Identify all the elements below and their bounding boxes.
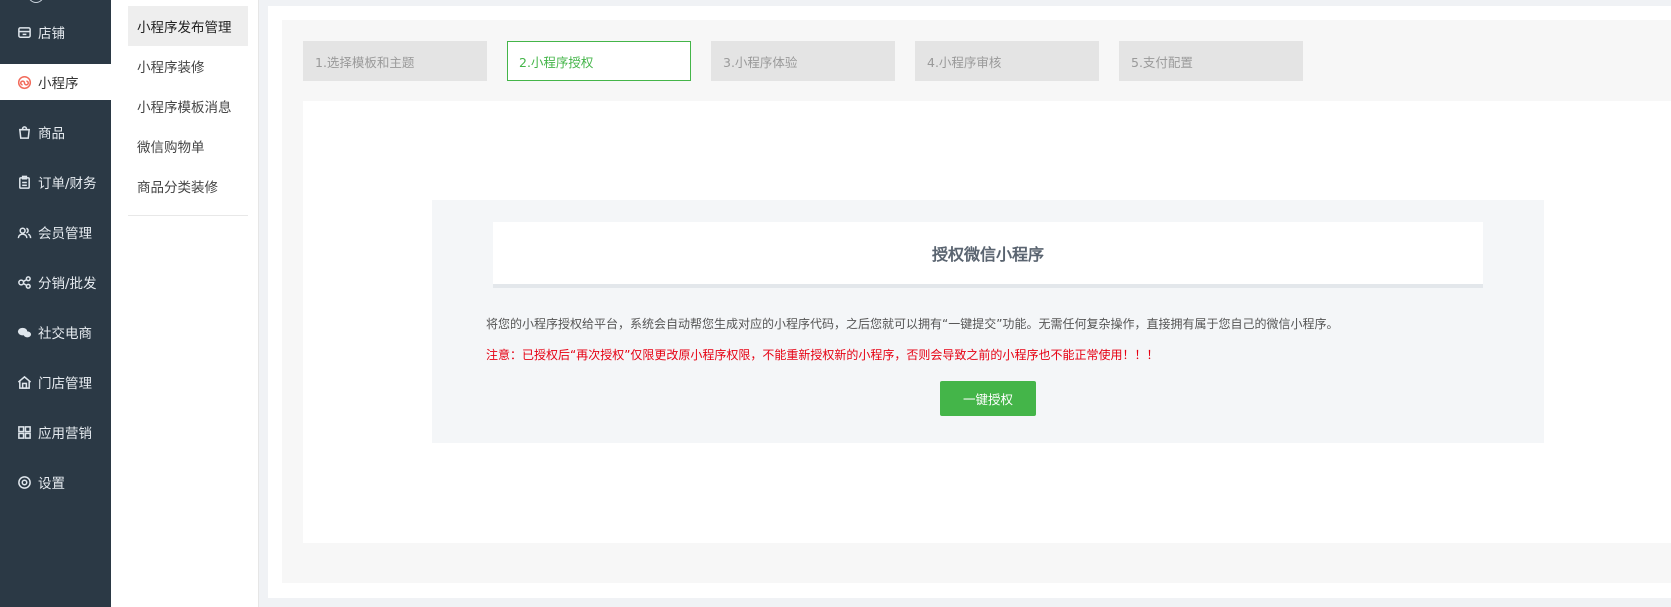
auth-description: 将您的小程序授权给平台，系统会自动帮您生成对应的小程序代码，之后您就可以拥有“一… — [486, 317, 1339, 331]
step-label: 2.小程序授权 — [519, 54, 594, 70]
subnav-divider — [128, 215, 248, 216]
sidebar-item-label: 社交电商 — [38, 326, 92, 342]
one-click-authorize-button[interactable]: 一键授权 — [940, 381, 1036, 416]
subnav-item-label: 小程序发布管理 — [137, 20, 232, 36]
auth-title: 授权微信小程序 — [493, 222, 1483, 288]
step-label: 4.小程序审核 — [927, 54, 1002, 70]
house-icon — [16, 374, 32, 390]
sidebar-item-label: 会员管理 — [38, 226, 92, 242]
subnav-item-label: 微信购物单 — [137, 140, 205, 156]
step-label: 3.小程序体验 — [723, 54, 798, 70]
sidebar-item-label: 设置 — [38, 476, 65, 492]
sidebar-item-label: 门店管理 — [38, 376, 92, 392]
main-sidebar: 店铺 小程序 商品 订单/财务 会员管理 分销/批发 社交电商 门店管理 应用营… — [0, 0, 111, 607]
clipboard-icon — [16, 174, 32, 190]
sidebar-item-label: 小程序 — [38, 76, 79, 92]
sidebar-item-label: 店铺 — [38, 26, 65, 42]
logo-fragment — [28, 0, 44, 3]
step-label: 1.选择模板和主题 — [315, 54, 415, 70]
auth-warning: 注意：已授权后“再次授权”仅限更改原小程序权限，不能重新授权新的小程序，否则会导… — [486, 348, 1159, 362]
step-review[interactable]: 4.小程序审核 — [915, 41, 1099, 81]
sidebar-item-social-commerce[interactable]: 社交电商 — [0, 314, 111, 350]
sub-sidebar: 小程序发布管理 小程序装修 小程序模板消息 微信购物单 商品分类装修 — [111, 0, 259, 607]
sidebar-item-settings[interactable]: 设置 — [0, 464, 111, 500]
shopping-bag-icon — [16, 124, 32, 140]
sidebar-item-stores[interactable]: 门店管理 — [0, 364, 111, 400]
subnav-item-publish-management[interactable]: 小程序发布管理 — [128, 6, 248, 46]
store-icon — [16, 24, 32, 40]
apps-grid-icon — [16, 424, 32, 440]
subnav-item-wechat-shopping-list[interactable]: 微信购物单 — [128, 126, 248, 166]
step-authorize[interactable]: 2.小程序授权 — [507, 41, 691, 81]
subnav-item-template-messages[interactable]: 小程序模板消息 — [128, 86, 248, 126]
gear-icon — [16, 474, 32, 490]
sidebar-item-distribution[interactable]: 分销/批发 — [0, 264, 111, 300]
subnav-item-decoration[interactable]: 小程序装修 — [128, 46, 248, 86]
subnav-item-label: 小程序装修 — [137, 60, 205, 76]
sidebar-item-label: 商品 — [38, 126, 65, 142]
sidebar-item-label: 应用营销 — [38, 426, 92, 442]
sidebar-item-miniprogram[interactable]: 小程序 — [0, 64, 111, 100]
step-payment-config[interactable]: 5.支付配置 — [1119, 41, 1303, 81]
sidebar-item-app-marketing[interactable]: 应用营销 — [0, 414, 111, 450]
sidebar-item-members[interactable]: 会员管理 — [0, 214, 111, 250]
sidebar-item-products[interactable]: 商品 — [0, 114, 111, 150]
share-nodes-icon — [16, 274, 32, 290]
chat-bubbles-icon — [16, 324, 32, 340]
sidebar-item-label: 分销/批发 — [38, 276, 97, 292]
users-icon — [16, 224, 32, 240]
sidebar-item-store[interactable]: 店铺 — [0, 14, 111, 50]
subnav-item-category-decoration[interactable]: 商品分类装修 — [128, 166, 248, 206]
step-select-template[interactable]: 1.选择模板和主题 — [303, 41, 487, 81]
subnav-item-label: 小程序模板消息 — [137, 100, 232, 116]
subnav-item-label: 商品分类装修 — [137, 180, 218, 196]
sidebar-item-orders[interactable]: 订单/财务 — [0, 164, 111, 200]
step-label: 5.支付配置 — [1131, 54, 1193, 70]
step-experience[interactable]: 3.小程序体验 — [711, 41, 895, 81]
miniprogram-icon — [16, 74, 32, 90]
sidebar-item-label: 订单/财务 — [38, 176, 97, 192]
